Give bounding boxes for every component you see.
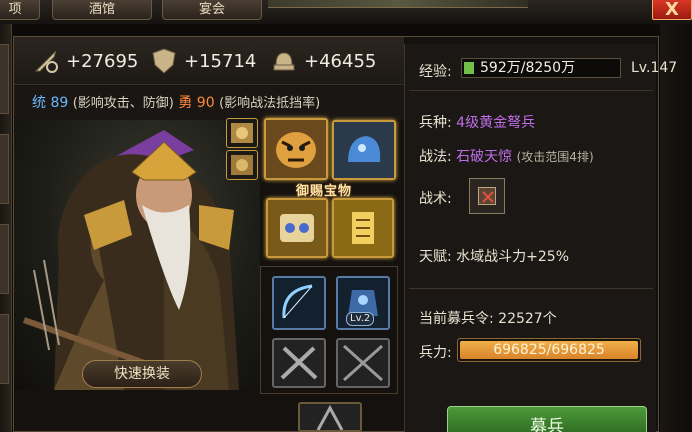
blue-beast-icon xyxy=(334,122,394,178)
tab-tavern[interactable]: 酒馆 xyxy=(52,0,152,20)
tiger-icon xyxy=(266,120,326,178)
divider xyxy=(409,288,653,289)
troop-type-value: 4级黄金弩兵 xyxy=(456,115,536,131)
equip-slot-weapon[interactable] xyxy=(272,338,326,388)
tactic-label: 战法: xyxy=(419,149,452,165)
left-side-nav xyxy=(0,24,12,432)
treasure-slot-beast[interactable] xyxy=(332,120,396,180)
talent-label: 天赋: xyxy=(419,249,452,265)
sword-icon xyxy=(34,50,58,73)
defense-stat: +15714 xyxy=(150,47,256,75)
side-nav-tab[interactable] xyxy=(0,224,9,294)
attack-stat: +27695 xyxy=(32,47,138,75)
tactic-value[interactable]: 石破天惊 xyxy=(456,149,512,165)
recruit-button[interactable]: 募兵 xyxy=(447,406,647,432)
tab-banquet[interactable]: 宴会 xyxy=(162,0,262,20)
recruit-tokens-label: 当前募兵令: xyxy=(419,311,494,327)
helmet-icon xyxy=(273,52,295,71)
crossed-blades-icon xyxy=(274,340,324,386)
general-level: Lv.147 xyxy=(631,60,678,76)
brave-note: (影响战法抵挡率) xyxy=(219,96,321,111)
skill-slot[interactable] xyxy=(469,178,505,214)
skill-icon xyxy=(478,187,496,205)
scroll-icon xyxy=(268,200,326,256)
medal-icon xyxy=(231,123,253,143)
troop-value: 696825/696825 xyxy=(493,342,605,358)
side-nav-tab[interactable] xyxy=(0,314,9,384)
stats-bar: +27695 +15714 +46455 xyxy=(14,37,404,85)
tactic-note: (攻击范围4排) xyxy=(516,150,594,164)
troop-type-label: 兵种: xyxy=(419,115,452,131)
general-info-panel: 经验: 592万/8250万 Lv.147 兵种: 4级黄金弩兵 战法: 石破天… xyxy=(404,44,677,432)
equip-slot-armor[interactable]: Lv.2 xyxy=(336,276,390,330)
treasure-slot-scroll[interactable] xyxy=(266,198,328,258)
cross-icon xyxy=(482,191,494,203)
lead-label: 统 xyxy=(32,95,46,111)
equip-slot-extra[interactable] xyxy=(298,402,362,432)
top-scene-strip xyxy=(268,0,528,8)
item-level-badge: Lv.2 xyxy=(346,312,375,326)
bow-icon xyxy=(274,278,324,328)
equip-slot-spear[interactable] xyxy=(336,338,390,388)
troops-stat: +46455 xyxy=(270,47,376,75)
talent-value: 水域战斗力+25% xyxy=(456,249,570,265)
close-button[interactable]: X xyxy=(652,0,692,20)
medal-icon xyxy=(231,155,253,175)
exp-value: 592万/8250万 xyxy=(480,60,576,76)
troop-bar: 696825/696825 xyxy=(457,338,641,362)
brave-label: 勇 xyxy=(178,95,193,111)
treasure-label: 御赐宝物 xyxy=(295,184,352,199)
lead-note: (影响攻击、防御) xyxy=(72,96,174,111)
crossed-spears-icon xyxy=(338,340,388,386)
treasure-slot-tiger[interactable] xyxy=(264,118,328,180)
shield-icon xyxy=(152,48,176,74)
right-scroll-edge xyxy=(660,24,692,432)
lead-value: 89 xyxy=(50,95,69,111)
side-nav-tab[interactable] xyxy=(0,134,9,204)
side-nav-tab[interactable] xyxy=(0,44,9,114)
exp-bar: 592万/8250万 xyxy=(461,58,621,78)
tab-general[interactable]: 项 xyxy=(0,0,40,20)
skill-label: 战术: xyxy=(419,191,452,207)
top-tab-bar: 项 酒馆 宴会 X xyxy=(0,0,692,24)
equip-slot-bow[interactable] xyxy=(272,276,326,330)
small-equip-slot[interactable] xyxy=(226,150,258,180)
small-equip-slot[interactable] xyxy=(226,118,258,148)
recruit-tokens-value: 22527个 xyxy=(498,311,557,327)
troop-label: 兵力: xyxy=(419,345,452,361)
seal-icon xyxy=(334,200,392,256)
attribute-line: 统 89 (影响攻击、防御) 勇 90 (影响战法抵挡率) xyxy=(14,86,404,120)
treasure-slot-seal[interactable] xyxy=(332,198,394,258)
exp-bar-fill xyxy=(464,62,474,74)
divider xyxy=(409,90,653,91)
blade-icon xyxy=(300,404,360,430)
general-portrait xyxy=(14,120,260,390)
quick-swap-button[interactable]: 快速换装 xyxy=(82,360,202,388)
general-figure-illustration xyxy=(22,130,239,390)
exp-label: 经验: xyxy=(419,64,452,80)
brave-value: 90 xyxy=(196,95,215,111)
